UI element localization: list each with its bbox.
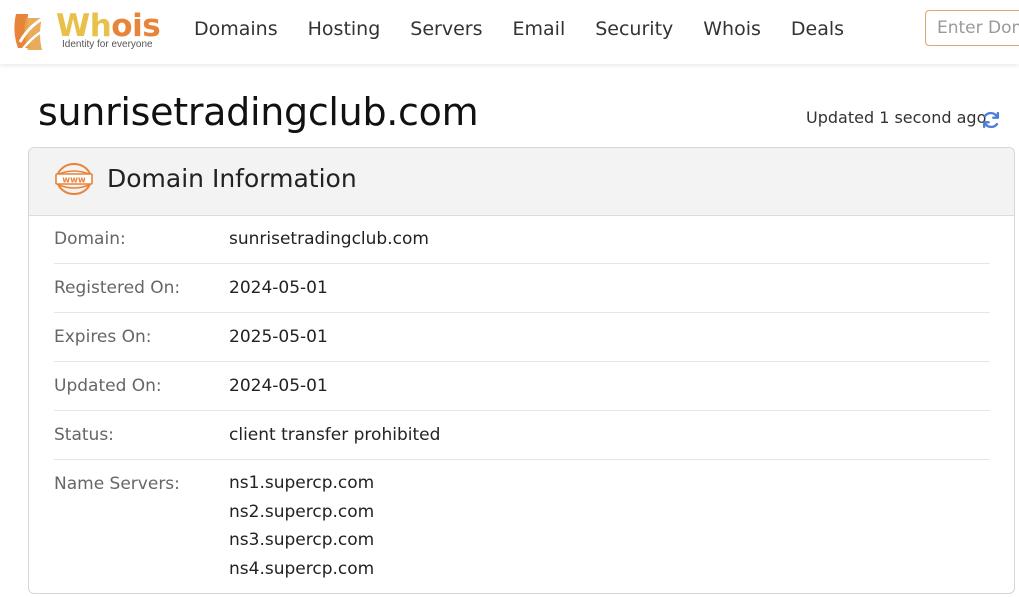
nav-security[interactable]: Security: [595, 18, 673, 40]
row-status: Status: client transfer prohibited: [54, 411, 990, 460]
nav-deals[interactable]: Deals: [791, 18, 844, 40]
row-value: 2024-05-01: [229, 376, 328, 396]
name-server-item: ns2.supercp.com: [229, 501, 375, 522]
name-server-item: ns1.supercp.com: [229, 473, 375, 493]
nav-whois[interactable]: Whois: [703, 18, 761, 40]
name-server-item: ns3.supercp.com: [229, 530, 375, 550]
row-value: 2025-05-01: [229, 327, 328, 347]
svg-text:www: www: [62, 176, 86, 186]
row-value: sunrisetradingclub.com: [229, 229, 429, 249]
row-label: Updated On:: [54, 376, 162, 396]
refresh-icon[interactable]: [980, 108, 1002, 132]
search-input[interactable]: [925, 10, 1019, 46]
card-title: Domain Information: [107, 164, 357, 193]
row-value: 2024-05-01: [229, 278, 328, 298]
top-navigation-bar: Whois Identity for everyone Domains Host…: [0, 0, 1019, 64]
logo-mark-icon: [14, 14, 53, 51]
row-updated-on: Updated On: 2024-05-01: [54, 362, 990, 411]
row-expires-on: Expires On: 2025-05-01: [54, 313, 990, 362]
logo-tagline: Identity for everyone: [62, 39, 153, 50]
www-globe-icon: www: [55, 163, 93, 195]
main-nav: Domains Hosting Servers Email Security W…: [194, 0, 874, 58]
nav-domains[interactable]: Domains: [194, 18, 278, 40]
row-label: Name Servers:: [54, 474, 180, 494]
name-server-list: ns1.supercp.com ns2.supercp.com ns3.supe…: [229, 460, 374, 583]
row-value: client transfer prohibited: [229, 425, 441, 445]
domain-info-table: Domain: sunrisetradingclub.com Registere…: [54, 215, 990, 583]
row-domain: Domain: sunrisetradingclub.com: [54, 215, 990, 264]
row-label: Registered On:: [54, 278, 181, 298]
row-name-servers: Name Servers: ns1.supercp.com ns2.superc…: [54, 460, 990, 583]
card-header: www Domain Information: [29, 148, 1014, 216]
domain-information-card: www Domain Information Domain: sunrisetr…: [28, 147, 1015, 594]
name-server-item: ns4.supercp.com: [229, 558, 375, 579]
nav-hosting[interactable]: Hosting: [308, 18, 381, 40]
row-registered-on: Registered On: 2024-05-01: [54, 264, 990, 313]
nav-servers[interactable]: Servers: [410, 18, 482, 40]
whois-logo[interactable]: Whois Identity for everyone: [8, 8, 168, 56]
updated-status: Updated 1 second ago: [806, 108, 987, 127]
nav-email[interactable]: Email: [513, 18, 566, 40]
page-title: sunrisetradingclub.com: [38, 90, 479, 134]
row-label: Expires On:: [54, 327, 152, 347]
row-label: Domain:: [54, 229, 126, 249]
row-label: Status:: [54, 425, 114, 445]
